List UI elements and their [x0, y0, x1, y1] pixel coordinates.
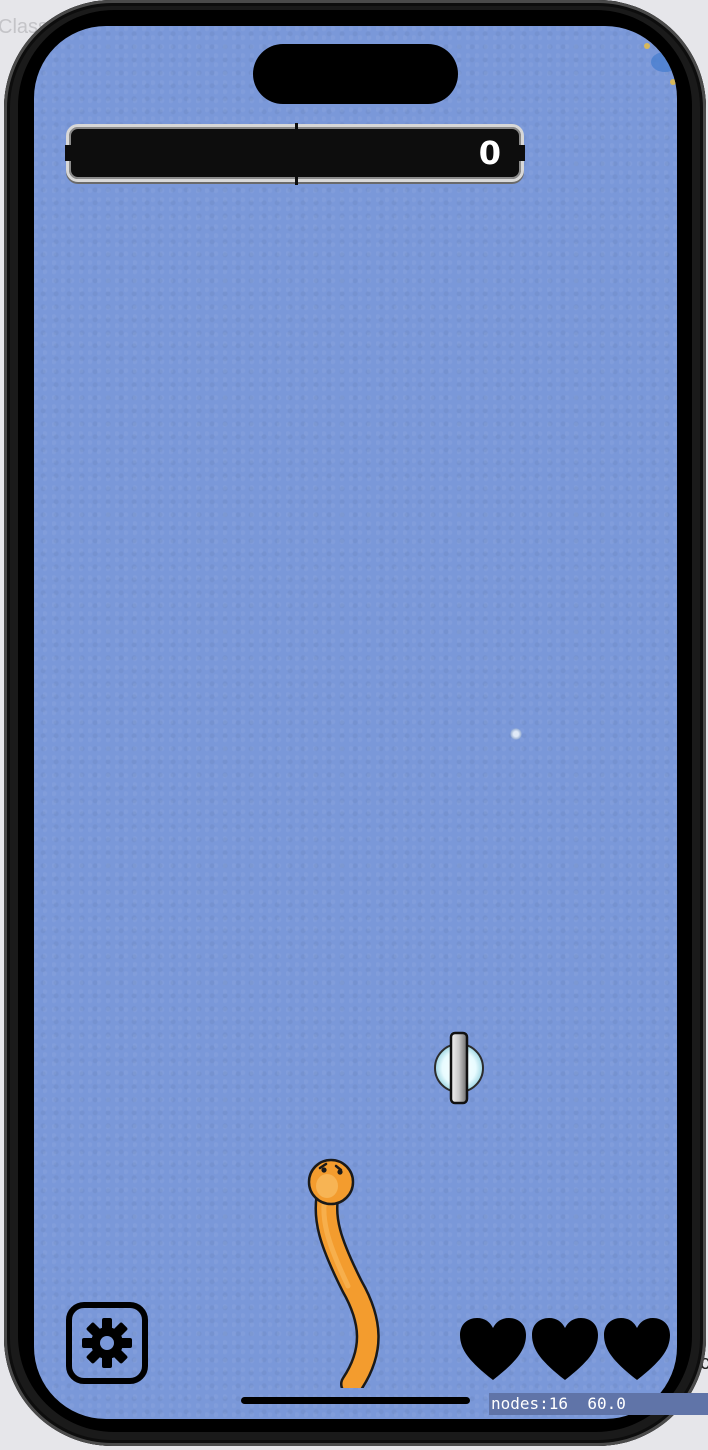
dynamic-island [253, 44, 458, 104]
heart-icon [532, 1318, 598, 1380]
game-screen[interactable]: 0 [34, 26, 677, 1419]
score-bar-right-cap [519, 145, 525, 161]
gear-icon [82, 1318, 132, 1368]
settings-button[interactable] [66, 1302, 148, 1384]
corner-leaf-decoration [644, 43, 677, 85]
bubble-particle [510, 728, 522, 740]
debug-nodes: nodes:16 [491, 1394, 569, 1413]
debug-stats-overlay: nodes:16 60.0 [489, 1393, 708, 1415]
score-bar-divider [295, 123, 298, 185]
bubble-bar-obstacle [434, 1031, 484, 1105]
debug-fps: 60.0 [587, 1394, 626, 1413]
score-bar-left-cap [65, 145, 71, 161]
heart-icon [604, 1318, 670, 1380]
heart-icon [460, 1318, 526, 1380]
score-bar: 0 [65, 123, 525, 185]
lives-display [458, 1316, 672, 1382]
snake-player [307, 1158, 380, 1388]
score-value: 0 [478, 134, 501, 172]
home-indicator[interactable] [241, 1397, 470, 1404]
